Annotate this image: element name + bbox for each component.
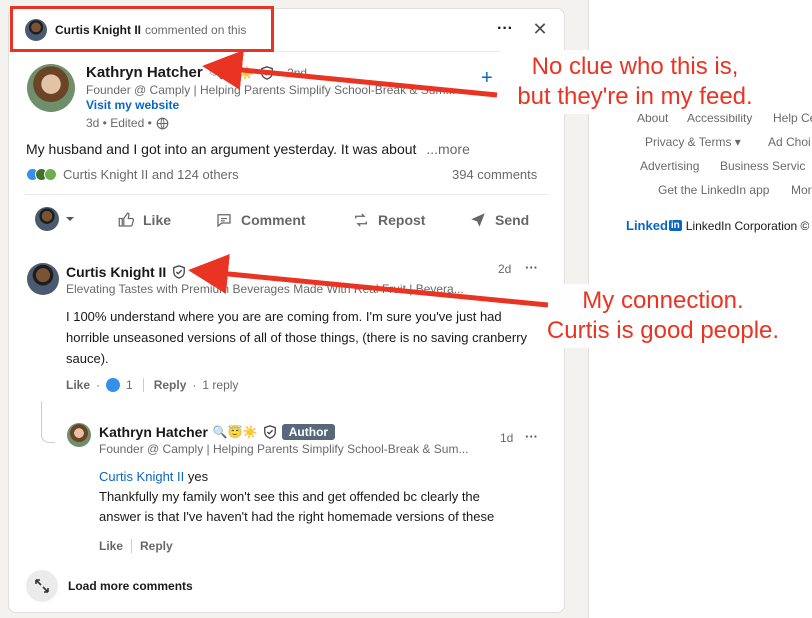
annotation-arrow-2 <box>188 254 549 308</box>
annotation-arrow-1 <box>202 50 498 98</box>
annotation-arrows <box>188 50 549 308</box>
